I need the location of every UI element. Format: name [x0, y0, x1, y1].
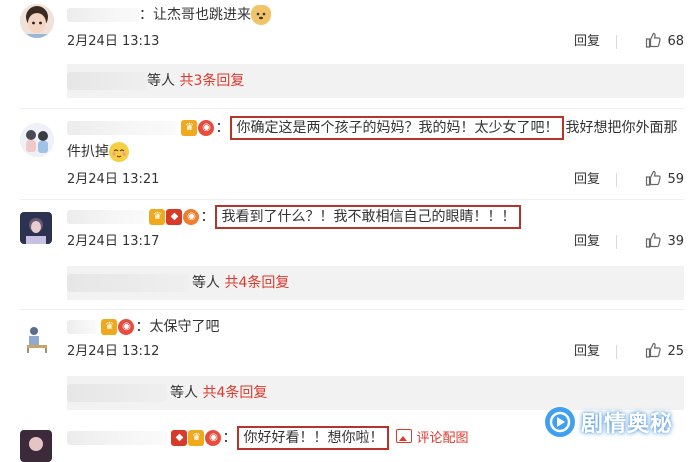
- comment-meta: 2月24日 13:12 回复 25: [67, 342, 684, 362]
- divider: [20, 199, 684, 200]
- highlighted-text: 你确定这是两个孩子的妈妈？我的妈！太少女了吧！: [230, 116, 565, 140]
- username[interactable]: [67, 8, 139, 22]
- like-button[interactable]: 39: [645, 232, 684, 252]
- comment-image-link[interactable]: 评论配图: [396, 429, 469, 446]
- like-count: 25: [667, 344, 684, 359]
- divider: [20, 108, 684, 109]
- avatar[interactable]: [20, 322, 52, 354]
- thumbs-up-icon: [646, 342, 662, 358]
- reply-button[interactable]: 回复: [574, 232, 600, 252]
- more-replies-link[interactable]: 共3条回复: [179, 73, 244, 89]
- comment-content: ♛ ◆ ◉ ：我看到了什么？！我不敢相信自己的眼睛！！！: [67, 205, 684, 229]
- sub-reply-summary[interactable]: 等人 共4条回复: [67, 266, 684, 300]
- comment-content: ♛ ◉ ：你确定这是两个孩子的妈妈？我的妈！太少女了吧！ 我好想把你外面那件扒掉: [67, 116, 684, 164]
- replier-names: [67, 384, 167, 402]
- like-count: 39: [667, 234, 684, 249]
- user-badges: ♛ ◉: [101, 315, 135, 339]
- user-badges: ♛ ◉: [181, 116, 215, 140]
- timestamp: 2月24日 13:13: [67, 34, 160, 49]
- like-button[interactable]: 25: [645, 342, 684, 362]
- member-badge-icon: ◉: [205, 430, 222, 446]
- comment-content: ♛ ◉ ：太保守了吧: [67, 315, 684, 339]
- like-button[interactable]: 59: [645, 170, 684, 190]
- comment-image-label: 评论配图: [416, 431, 469, 446]
- sub-reply-suffix: 等人: [192, 275, 220, 291]
- username[interactable]: [67, 431, 167, 445]
- image-icon: [396, 429, 413, 443]
- comment-text: ：让杰哥也跳进来: [139, 7, 251, 23]
- thumbs-up-icon: [646, 32, 662, 48]
- like-count: 59: [667, 172, 684, 187]
- reply-button[interactable]: 回复: [574, 170, 600, 190]
- divider: [616, 235, 617, 249]
- vip-badge-icon: ♛: [181, 120, 198, 136]
- avatar[interactable]: [20, 4, 54, 38]
- sub-reply-suffix: 等人: [147, 73, 175, 89]
- member-badge-icon: ◉: [183, 209, 200, 225]
- highlighted-text: 你好好看！！想你啦！: [237, 426, 390, 450]
- avatar[interactable]: [20, 123, 54, 157]
- more-replies-link[interactable]: 共4条回复: [224, 275, 289, 291]
- reply-button[interactable]: 回复: [574, 342, 600, 362]
- vip-badge-icon: ♛: [101, 319, 118, 335]
- highlighted-text: 我看到了什么？！我不敢相信自己的眼睛！！！: [215, 205, 522, 229]
- gift-badge-icon: ◆: [166, 209, 183, 225]
- vip-badge-icon: ♛: [188, 430, 205, 446]
- watermark: 剧情奥秘: [545, 402, 673, 442]
- timestamp: 2月24日 13:21: [67, 172, 160, 187]
- divider: [616, 345, 617, 359]
- user-badges: ◆ ♛ ◉: [171, 426, 222, 450]
- comment-content: ：让杰哥也跳进来: [67, 3, 684, 27]
- colon: ：: [222, 430, 237, 446]
- username[interactable]: [67, 121, 177, 135]
- more-replies-link[interactable]: 共4条回复: [202, 385, 267, 401]
- thumbs-up-icon: [646, 170, 662, 186]
- timestamp: 2月24日 13:17: [67, 234, 160, 249]
- comment-meta: 2月24日 13:21 回复 59: [67, 170, 684, 190]
- user-badges: ♛ ◆ ◉: [149, 205, 200, 229]
- sub-reply-suffix: 等人: [170, 385, 198, 401]
- like-button[interactable]: 68: [645, 32, 684, 52]
- comment-text: ：太保守了吧: [135, 319, 220, 335]
- colon: ：: [200, 209, 215, 225]
- sub-reply-summary[interactable]: 等人 共3条回复: [67, 64, 684, 98]
- doge-emoji-icon: [251, 5, 271, 25]
- comment-meta: 2月24日 13:13 回复 68: [67, 32, 684, 52]
- avatar[interactable]: [20, 212, 52, 244]
- member-badge-icon: ◉: [118, 319, 135, 335]
- reply-button[interactable]: 回复: [574, 32, 600, 52]
- like-count: 68: [667, 34, 684, 49]
- gift-badge-icon: ◆: [171, 430, 188, 446]
- vip-badge-icon: ♛: [149, 209, 166, 225]
- watermark-text: 剧情奥秘: [581, 412, 674, 437]
- divider: [616, 35, 617, 49]
- divider: [616, 173, 617, 187]
- member-badge-icon: ◉: [198, 120, 215, 136]
- replier-names: [67, 274, 189, 292]
- username[interactable]: [67, 320, 97, 334]
- timestamp: 2月24日 13:12: [67, 344, 160, 359]
- avatar[interactable]: [20, 430, 52, 462]
- thumbs-up-icon: [646, 232, 662, 248]
- divider: [20, 309, 684, 310]
- comment-meta: 2月24日 13:17 回复 39: [67, 232, 684, 252]
- username[interactable]: [67, 210, 145, 224]
- colon: ：: [215, 120, 230, 136]
- blush-emoji-icon: [109, 142, 129, 162]
- logo-icon: [545, 407, 575, 437]
- replier-names: [67, 72, 147, 90]
